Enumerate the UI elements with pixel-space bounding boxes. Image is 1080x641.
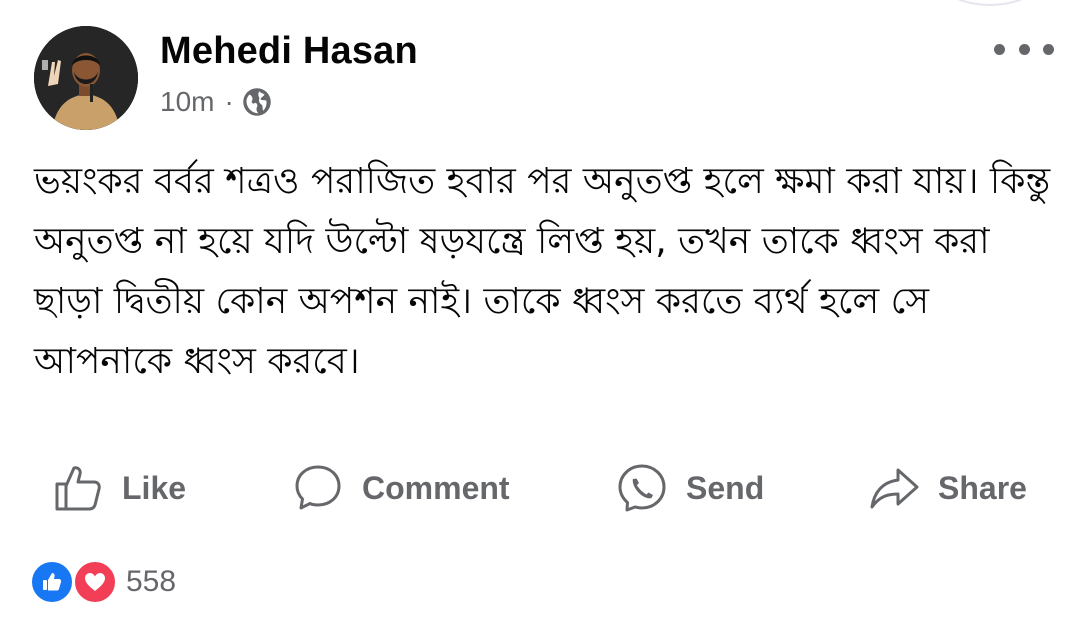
- more-dot: [1018, 43, 1030, 55]
- top-edge-decoration: [930, 0, 1050, 6]
- post-time[interactable]: 10m: [160, 86, 214, 118]
- reaction-summary[interactable]: 558: [29, 559, 177, 605]
- share-arrow-icon: [870, 468, 919, 509]
- reaction-icons: [29, 559, 118, 605]
- send-button[interactable]: Send: [616, 458, 764, 518]
- more-dot: [1043, 43, 1054, 55]
- like-button[interactable]: Like: [52, 458, 186, 518]
- like-label: Like: [122, 469, 187, 506]
- more-horizontal-icon: [994, 43, 1005, 55]
- comment-button[interactable]: Comment: [292, 458, 510, 518]
- reaction-count: 558: [126, 565, 177, 598]
- share-label: Share: [938, 469, 1027, 506]
- share-button[interactable]: Share: [868, 458, 1027, 518]
- post-header: Mehedi Hasan 10m ·: [34, 26, 1054, 136]
- like-reaction-icon: [29, 559, 75, 605]
- more-options-button[interactable]: [994, 36, 1054, 62]
- comment-label: Comment: [362, 469, 510, 506]
- post-body-text: ভয়ংকর বর্বর শত্রও পরাজিত হবার পর অনুতপ্…: [34, 161, 1051, 382]
- post-meta: 10m ·: [160, 86, 272, 118]
- author-name[interactable]: Mehedi Hasan: [160, 30, 418, 73]
- post-action-bar: Like Comment Send Share: [50, 458, 1040, 518]
- love-reaction-icon: [72, 559, 118, 605]
- globe-icon: [242, 87, 272, 117]
- messenger-icon: [618, 464, 666, 512]
- comment-bubble-icon: [295, 465, 341, 510]
- send-label: Send: [686, 469, 765, 506]
- meta-separator: ·: [224, 86, 234, 117]
- avatar[interactable]: [34, 26, 138, 130]
- thumbs-up-icon: [55, 466, 101, 511]
